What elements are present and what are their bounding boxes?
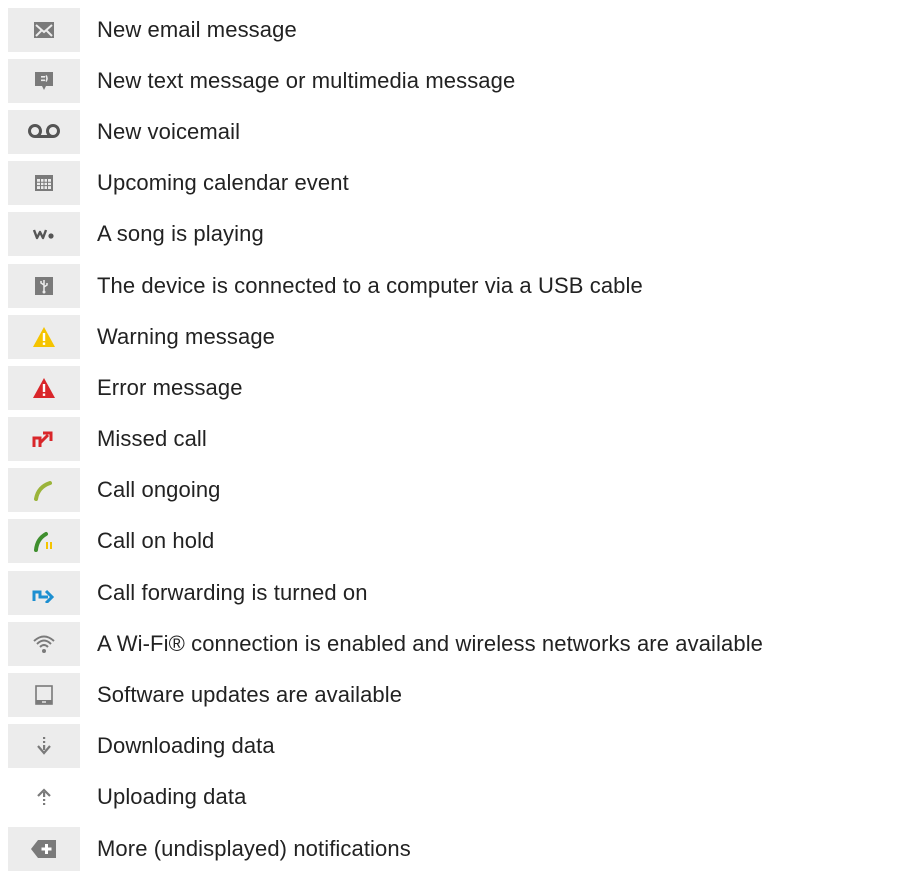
list-item: A song is playing — [8, 209, 903, 260]
item-label: More (undisplayed) notifications — [97, 835, 411, 861]
wifi-icon — [8, 621, 80, 666]
list-item: Uploading data — [8, 772, 903, 823]
download-icon — [8, 724, 80, 769]
list-item: Call ongoing — [8, 465, 903, 516]
item-label: New voicemail — [97, 118, 241, 144]
more-notifications-icon — [8, 826, 80, 871]
list-item: New voicemail — [8, 106, 903, 157]
walkman-icon — [8, 212, 80, 257]
item-label: Upcoming calendar event — [97, 170, 349, 196]
item-label: New text message or multimedia message — [97, 67, 516, 93]
list-item: Call on hold — [8, 516, 903, 567]
item-label: Missed call — [97, 426, 207, 452]
item-label: Error message — [97, 374, 243, 400]
list-item: Upcoming calendar event — [8, 158, 903, 209]
list-item: Downloading data — [8, 721, 903, 772]
list-item: The device is connected to a computer vi… — [8, 260, 903, 311]
software-update-icon — [8, 673, 80, 718]
list-item: Software updates are available — [8, 669, 903, 720]
missed-call-icon — [8, 417, 80, 462]
item-label: Downloading data — [97, 733, 275, 759]
voicemail-icon — [8, 109, 80, 154]
call-on-hold-icon — [8, 519, 80, 564]
call-forwarding-icon — [8, 570, 80, 615]
list-item: More (undisplayed) notifications — [8, 823, 903, 874]
list-item: Missed call — [8, 414, 903, 465]
list-item: New email message — [8, 4, 903, 55]
item-label: Warning message — [97, 323, 275, 349]
list-item: New text message or multimedia message — [8, 55, 903, 106]
item-label: Uploading data — [97, 784, 247, 810]
calendar-icon — [8, 161, 80, 206]
item-label: The device is connected to a computer vi… — [97, 272, 643, 298]
list-item: Call forwarding is turned on — [8, 567, 903, 618]
usb-icon — [8, 263, 80, 308]
text-message-icon — [8, 58, 80, 103]
email-icon — [8, 7, 80, 52]
item-label: Software updates are available — [97, 682, 403, 708]
list-item: Error message — [8, 362, 903, 413]
error-icon — [8, 365, 80, 410]
warning-icon — [8, 314, 80, 359]
item-label: New email message — [97, 16, 297, 42]
upload-icon — [8, 775, 80, 820]
list-item: Warning message — [8, 311, 903, 362]
item-label: A song is playing — [97, 221, 264, 247]
list-item: A Wi-Fi® connection is enabled and wirel… — [8, 618, 903, 669]
item-label: Call ongoing — [97, 477, 221, 503]
item-label: Call forwarding is turned on — [97, 579, 368, 605]
item-label: Call on hold — [97, 528, 215, 554]
item-label: A Wi-Fi® connection is enabled and wirel… — [97, 630, 764, 656]
notification-icon-list: New email message New text message or mu… — [8, 4, 903, 874]
call-ongoing-icon — [8, 468, 80, 513]
